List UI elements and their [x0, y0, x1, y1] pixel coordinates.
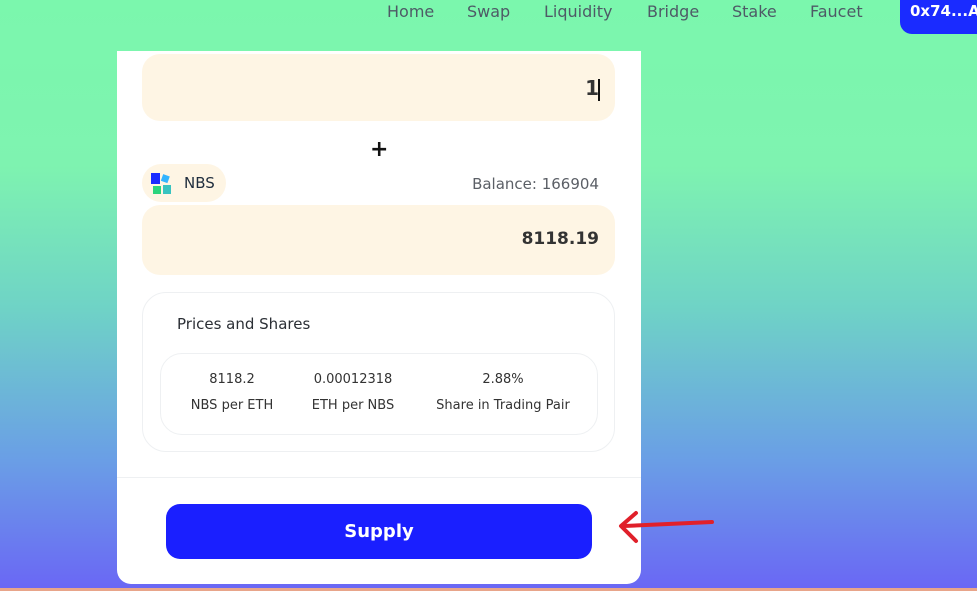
- stat-label: NBS per ETH: [190, 398, 274, 413]
- token-selector-nbs[interactable]: NBS: [142, 164, 226, 202]
- nav-bridge[interactable]: Bridge: [647, 2, 699, 21]
- stat-value: 8118.2: [209, 372, 255, 387]
- second-amount-input[interactable]: 8118.19: [142, 205, 615, 275]
- plus-icon: +: [370, 137, 389, 162]
- stat-eth-per-nbs: 0.00012318 ETH per NBS: [305, 372, 401, 413]
- token-balance: Balance: 166904: [472, 175, 599, 193]
- stat-value: 0.00012318: [313, 372, 393, 387]
- prices-stats: 8118.2 NBS per ETH 0.00012318 ETH per NB…: [160, 353, 598, 435]
- prices-title: Prices and Shares: [177, 315, 311, 333]
- nav-stake[interactable]: Stake: [732, 2, 777, 21]
- stat-label: ETH per NBS: [311, 398, 395, 413]
- annotation-arrow-icon: [619, 511, 714, 543]
- wallet-address-button[interactable]: 0x74...A5: [900, 0, 977, 34]
- nav-liquidity[interactable]: Liquidity: [544, 2, 612, 21]
- text-cursor: [598, 79, 600, 101]
- nbs-token-icon: [151, 173, 171, 194]
- stat-share: 2.88% Share in Trading Pair: [423, 372, 583, 413]
- divider: [117, 477, 641, 478]
- nav-swap[interactable]: Swap: [467, 2, 510, 21]
- stat-nbs-per-eth: 8118.2 NBS per ETH: [186, 372, 278, 413]
- add-liquidity-card: 1 + NBS Balance: 166904 8118.19 Prices a…: [117, 51, 641, 584]
- top-nav: Home Swap Liquidity Bridge Stake Faucet …: [0, 0, 977, 34]
- stat-label: Share in Trading Pair: [436, 398, 570, 413]
- stat-value: 2.88%: [482, 372, 524, 387]
- supply-button[interactable]: Supply: [166, 504, 592, 559]
- first-amount-value: 1: [585, 76, 599, 100]
- second-amount-value: 8118.19: [521, 229, 599, 249]
- nav-home[interactable]: Home: [387, 2, 434, 21]
- nav-faucet[interactable]: Faucet: [810, 2, 863, 21]
- prices-and-shares-panel: Prices and Shares 8118.2 NBS per ETH 0.0…: [142, 292, 615, 452]
- token-name: NBS: [184, 174, 215, 192]
- first-amount-input[interactable]: 1: [142, 54, 615, 121]
